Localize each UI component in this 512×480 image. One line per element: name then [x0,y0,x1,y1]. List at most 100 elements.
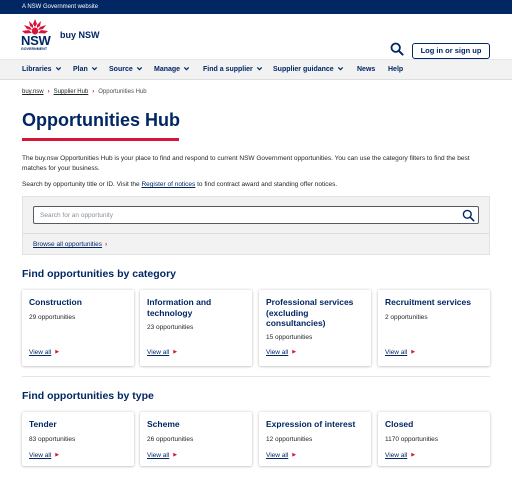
nav-item-plan[interactable]: Plan [73,60,98,80]
type-card-closed[interactable]: Closed 1170 opportunities View all ▶ [378,412,490,466]
type-card-expression-of-interest[interactable]: Expression of interest 12 opportunities … [259,412,371,466]
card-count: 12 opportunities [266,436,313,443]
view-all-label: View all [385,349,408,356]
nav-label: Help [388,66,404,73]
card-title: Information and technology [147,297,212,318]
browse-label: Browse all opportunities [33,241,103,248]
category-card-professional-services[interactable]: Professional services (excluding consult… [259,290,371,366]
title-underline [22,138,179,141]
view-all-link[interactable]: View all ▶ [29,349,59,356]
intro-paragraph: The buy.nsw Opportunities Hub is your pl… [22,155,470,172]
nav-item-source[interactable]: Source [109,60,143,80]
nav-label: Find a supplier [203,66,253,73]
view-all-label: View all [266,452,289,459]
category-card-construction[interactable]: Construction 29 opportunities View all ▶ [22,290,134,366]
search-help-suffix: to find contract award and standing offe… [195,181,338,188]
nav-item-news[interactable]: News [357,60,375,80]
view-all-label: View all [385,452,408,459]
chevron-right-icon: › [92,89,95,95]
site-brand[interactable]: buy NSW [60,30,100,40]
card-title: Scheme [147,419,180,429]
nav-item-help[interactable]: Help [388,60,403,80]
breadcrumb-current: Opportunities Hub [98,89,147,95]
type-card-tender[interactable]: Tender 83 opportunities View all ▶ [22,412,134,466]
site-header: NSW GOVERNMENT buy NSW Log in or sign up [0,14,512,60]
arrow-right-icon: ▶ [292,349,297,355]
card-count: 2 opportunities [385,314,428,321]
page-title: Opportunities Hub [22,110,180,130]
government-banner: A NSW Government website [0,0,512,14]
category-section-title: Find opportunities by category [22,268,177,280]
view-all-link[interactable]: View all ▶ [147,349,177,356]
view-all-label: View all [147,452,170,459]
search-icon [390,42,404,56]
view-all-label: View all [29,349,52,356]
register-of-notices-link[interactable]: Register of notices [141,181,195,188]
nav-item-supplier-guidance[interactable]: Supplier guidance [273,60,344,80]
card-count: 29 opportunities [29,314,76,321]
logo-subtext: GOVERNMENT [21,47,48,51]
view-all-link[interactable]: View all ▶ [266,452,296,459]
view-all-link[interactable]: View all ▶ [29,452,59,459]
arrow-right-icon: ▶ [292,452,297,458]
view-all-link[interactable]: View all ▶ [147,452,177,459]
opportunity-search-input[interactable] [40,209,440,221]
card-count: 15 opportunities [266,334,313,341]
nsw-logo[interactable]: NSW GOVERNMENT [21,19,51,57]
arrow-right-icon: ▶ [411,452,416,458]
arrow-right-icon: ▶ [55,349,60,355]
search-icon[interactable] [462,209,475,222]
government-banner-text: A NSW Government website [22,4,99,10]
card-title: Construction [29,297,82,307]
logo-wordmark: NSW [21,33,51,48]
arrow-right-icon: ▶ [55,452,60,458]
search-field [33,206,479,224]
view-all-link[interactable]: View all ▶ [385,349,415,356]
chevron-right-icon: › [47,89,50,95]
nav-item-libraries[interactable]: Libraries [22,60,62,80]
section-divider [22,376,490,377]
view-all-link[interactable]: View all ▶ [385,452,415,459]
nav-label: Manage [154,66,181,73]
category-card-recruitment-services[interactable]: Recruitment services 2 opportunities Vie… [378,290,490,366]
breadcrumb-link-supplier-hub[interactable]: Supplier Hub [54,89,89,95]
card-title: Professional services (excluding consult… [266,297,354,328]
arrow-right-icon: ▶ [173,452,178,458]
breadcrumb-link-buy-nsw[interactable]: buy.nsw [22,89,44,95]
view-all-label: View all [147,349,170,356]
search-divider [23,233,489,234]
header-search-button[interactable] [389,42,405,60]
chevron-down-icon [183,67,190,71]
chevron-down-icon [256,67,262,71]
card-title: Closed [385,419,414,429]
chevron-down-icon [136,67,142,71]
category-card-information-technology[interactable]: Information and technology 23 opportunit… [140,290,252,366]
search-help-paragraph: Search by opportunity title or ID. Visit… [22,180,492,190]
nav-item-manage[interactable]: Manage [154,60,190,80]
card-count: 23 opportunities [147,324,194,331]
view-all-label: View all [266,349,289,356]
chevron-down-icon [337,67,343,71]
view-all-link[interactable]: View all ▶ [266,349,296,356]
nav-label: Supplier guidance [273,66,334,73]
card-count: 83 opportunities [29,436,76,443]
type-section-title: Find opportunities by type [22,390,154,402]
card-title: Tender [29,419,57,429]
nav-item-find-a-supplier[interactable]: Find a supplier [203,60,263,80]
card-title: Expression of interest [266,419,356,429]
type-card-scheme[interactable]: Scheme 26 opportunities View all ▶ [140,412,252,466]
nav-label: News [357,66,376,73]
search-help-prefix: Search by opportunity title or ID. Visit… [22,181,142,188]
main-navigation: Libraries Plan Source Manage Find a supp… [0,60,512,80]
nav-label: Source [109,66,133,73]
card-count: 1170 opportunities [385,436,439,443]
search-panel: Browse all opportunities› [22,196,490,255]
chevron-down-icon [91,67,97,71]
card-count: 26 opportunities [147,436,194,443]
breadcrumb: buy.nsw › Supplier Hub › Opportunities Hub [22,89,147,95]
arrow-right-icon: ▶ [173,349,178,355]
card-title: Recruitment services [385,297,471,307]
browse-all-opportunities-link[interactable]: Browse all opportunities › [33,241,107,248]
nav-label: Plan [73,66,88,73]
login-signup-button[interactable]: Log in or sign up [412,43,490,59]
